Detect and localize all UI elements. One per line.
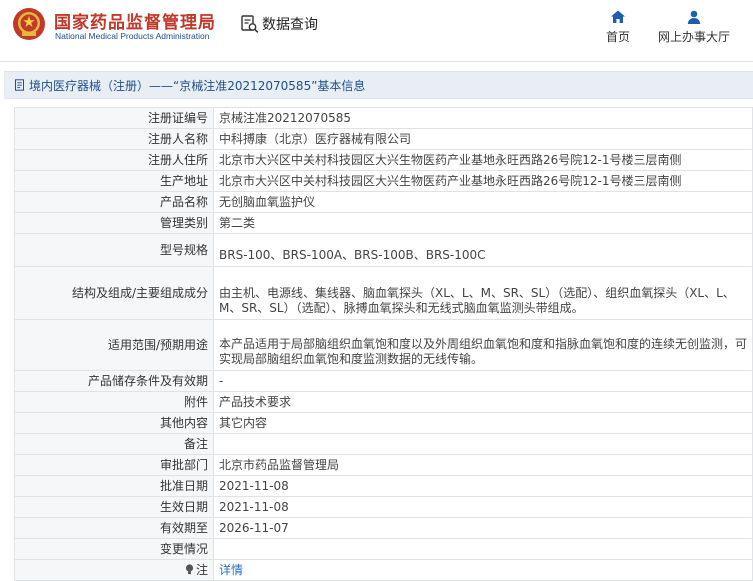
field-label: 产品名称	[14, 191, 214, 213]
table-row: 批准日期 2021-11-08	[14, 475, 753, 497]
field-label: 产品储存条件及有效期	[14, 370, 214, 392]
field-value: 第二类	[213, 212, 753, 234]
table-row: 变更情况	[14, 538, 753, 560]
lightbulb-icon	[185, 563, 194, 574]
home-icon	[611, 10, 625, 23]
field-label: 生产地址	[14, 170, 214, 192]
table-row: 生产地址 北京市大兴区中关村科技园区大兴生物医药产业基地永旺西路26号院12-1…	[14, 170, 753, 192]
site-title: 国家药品监督管理局	[54, 13, 216, 33]
field-value: 由主机、电源线、集线器、脑血氧探头（XL、L、M、SR、SL）（选配）、组织血氧…	[213, 266, 753, 320]
table-row: 注册证编号 京械注准20212070585	[14, 107, 753, 129]
table-row: 备注	[14, 433, 753, 455]
field-label: 生效日期	[14, 496, 214, 518]
field-label: 适用范围/预期用途	[14, 319, 214, 371]
field-value	[213, 433, 753, 455]
field-value: 其它内容	[213, 412, 753, 434]
table-row: 产品储存条件及有效期 -	[14, 370, 753, 392]
table-row: 其他内容 其它内容	[14, 412, 753, 434]
data-query-link[interactable]: 数据查询	[240, 13, 318, 35]
field-value: 北京市药品监督管理局	[213, 454, 753, 476]
field-label: 结构及组成/主要组成成分	[14, 266, 214, 320]
field-label: 附件	[14, 391, 214, 413]
nav-online-hall[interactable]: 网上办事大厅	[653, 9, 735, 45]
field-value: 2021-11-08	[213, 475, 753, 497]
field-value: 无创脑血氧监护仪	[213, 191, 753, 213]
field-label: 注册人名称	[14, 128, 214, 150]
field-value: -	[213, 370, 753, 392]
site-subtitle: National Medical Products Administration	[55, 31, 210, 41]
field-label: 注册证编号	[14, 107, 214, 129]
data-query-label: 数据查询	[262, 17, 318, 33]
field-label: 变更情况	[14, 538, 214, 560]
field-value: BRS-100、BRS-100A、BRS-100B、BRS-100C	[213, 233, 753, 267]
table-row: 注册人名称 中科搏康（北京）医疗器械有限公司	[14, 128, 753, 150]
table-row: 注册人住所 北京市大兴区中关村科技园区大兴生物医药产业基地永旺西路26号院12-…	[14, 149, 753, 171]
field-value: 中科搏康（北京）医疗器械有限公司	[213, 128, 753, 150]
table-row: 有效期至 2026-11-07	[14, 517, 753, 539]
header-divider	[0, 61, 753, 62]
field-label: 管理类别	[14, 212, 214, 234]
field-value: 2026-11-07	[213, 517, 753, 539]
table-row: 型号规格 BRS-100、BRS-100A、BRS-100B、BRS-100C	[14, 233, 753, 267]
field-value	[213, 538, 753, 560]
field-value: 2021-11-08	[213, 496, 753, 518]
field-label: 有效期至	[14, 517, 214, 539]
table-row: 审批部门 北京市药品监督管理局	[14, 454, 753, 476]
nav-home-label: 首页	[605, 30, 630, 44]
table-row: 生效日期 2021-11-08	[14, 496, 753, 518]
field-label: 备注	[14, 433, 214, 455]
field-label: 批准日期	[14, 475, 214, 497]
table-row: 附件 产品技术要求	[14, 391, 753, 413]
table-row: 结构及组成/主要组成成分 由主机、电源线、集线器、脑血氧探头（XL、L、M、SR…	[14, 266, 753, 320]
field-value: 北京市大兴区中关村科技园区大兴生物医药产业基地永旺西路26号院12-1号楼三层南…	[213, 170, 753, 192]
top-header: 国家药品监督管理局 National Medical Products Admi…	[0, 0, 753, 60]
national-emblem-icon	[13, 8, 45, 40]
field-value: 产品技术要求	[213, 391, 753, 413]
registration-info-table: 注册证编号 京械注准20212070585 注册人名称 中科搏康（北京）医疗器械…	[14, 107, 753, 581]
table-row: 管理类别 第二类	[14, 212, 753, 234]
field-value: 京械注准20212070585	[213, 107, 753, 129]
field-value: 本产品适用于局部脑组织血氧饱和度以及外周组织血氧饱和度和指脉血氧饱和度的连续无创…	[213, 319, 753, 371]
nav-online-hall-label: 网上办事大厅	[657, 30, 730, 44]
field-value: 北京市大兴区中关村科技园区大兴生物医药产业基地永旺西路26号院12-1号楼三层南…	[213, 149, 753, 171]
field-label: 其他内容	[14, 412, 214, 434]
table-row: 产品名称 无创脑血氧监护仪	[14, 191, 753, 213]
table-row: 适用范围/预期用途 本产品适用于局部脑组织血氧饱和度以及外周组织血氧饱和度和指脉…	[14, 319, 753, 371]
note-label-cell: 注	[14, 559, 214, 581]
user-icon	[687, 10, 701, 24]
document-search-icon	[241, 15, 259, 33]
document-icon	[15, 79, 24, 91]
breadcrumb: 境内医疗器械（注册）——“京械注准20212070585”基本信息	[4, 71, 753, 99]
breadcrumb-text: 境内医疗器械（注册）——“京械注准20212070585”基本信息	[29, 78, 366, 93]
field-label: 型号规格	[14, 233, 214, 267]
nav-home[interactable]: 首页	[603, 9, 633, 45]
details-link[interactable]: 详情	[219, 563, 243, 577]
field-value: 详情	[213, 559, 753, 581]
field-label: 审批部门	[14, 454, 214, 476]
field-label: 注册人住所	[14, 149, 214, 171]
field-label: 注	[195, 562, 208, 577]
table-row: 注 详情	[14, 559, 753, 581]
